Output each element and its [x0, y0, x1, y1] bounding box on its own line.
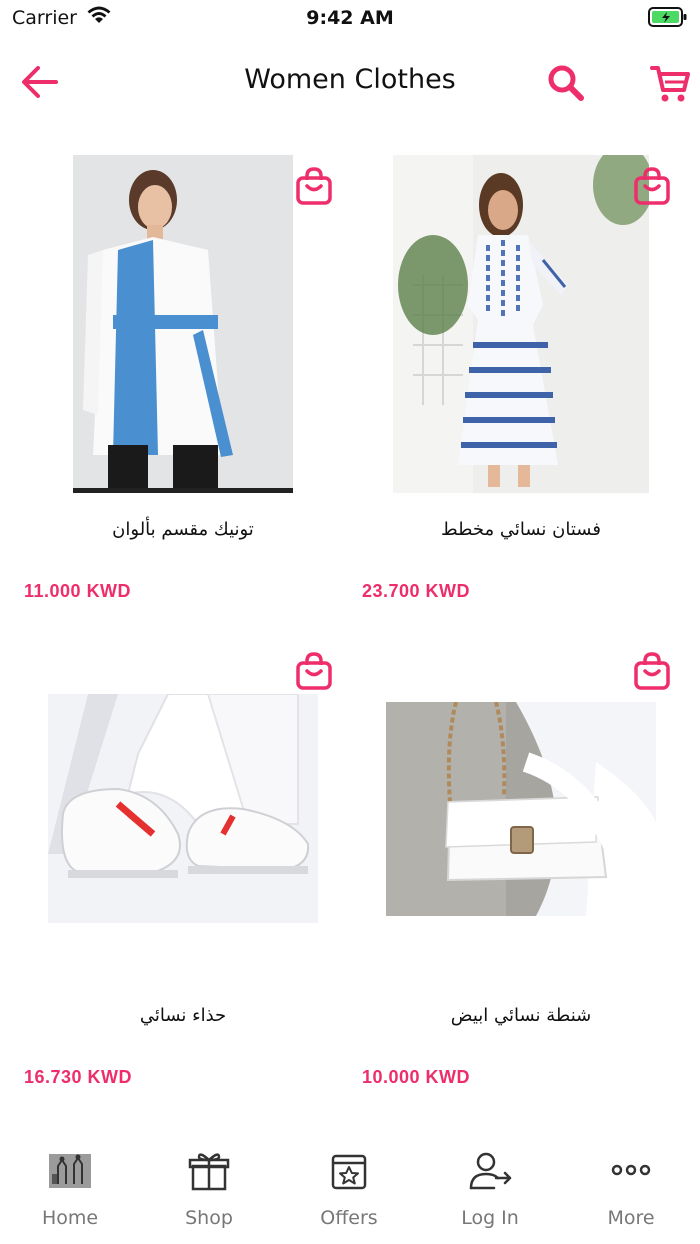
- shopping-bag-icon: [634, 652, 670, 690]
- status-time: 9:42 AM: [306, 7, 394, 29]
- tab-offers[interactable]: Offers: [279, 1140, 419, 1244]
- add-to-bag-button[interactable]: [294, 651, 334, 691]
- shopping-bag-icon: [296, 167, 332, 205]
- product-name: فستان نسائي مخطط: [441, 519, 601, 540]
- tab-label: Shop: [185, 1207, 233, 1229]
- status-bar: Carrier 9:42 AM: [0, 0, 700, 36]
- back-button[interactable]: [18, 60, 62, 104]
- product-price: 23.700 KWD: [362, 581, 471, 601]
- add-to-bag-button[interactable]: [294, 166, 334, 206]
- product-name: تونيك مقسم بألوان: [112, 519, 254, 540]
- product-image[interactable]: [386, 702, 656, 916]
- tab-label: Offers: [320, 1207, 378, 1229]
- cart-icon: [650, 66, 690, 102]
- product-price: 10.000 KWD: [362, 1067, 471, 1087]
- search-button[interactable]: [543, 60, 589, 106]
- product-name: حذاء نسائي: [139, 1005, 227, 1026]
- nav-bar: Women Clothes: [0, 50, 700, 114]
- product-image[interactable]: [73, 155, 293, 493]
- add-to-bag-button[interactable]: [632, 166, 672, 206]
- product-image[interactable]: [393, 155, 649, 493]
- star-calendar-icon: [331, 1154, 367, 1190]
- tab-label: Log In: [461, 1207, 519, 1229]
- tab-label: Home: [41, 1207, 99, 1229]
- store-logo-icon: [49, 1154, 91, 1188]
- tab-bar: Home Shop Offers Log In More: [0, 1140, 700, 1244]
- product-image[interactable]: [48, 694, 318, 923]
- tab-shop[interactable]: Shop: [139, 1140, 279, 1244]
- more-dots-icon: [611, 1164, 651, 1176]
- product-price: 11.000 KWD: [24, 581, 132, 601]
- tab-login[interactable]: Log In: [420, 1140, 560, 1244]
- cart-button[interactable]: [648, 62, 694, 108]
- product-price: 16.730 KWD: [24, 1067, 133, 1087]
- arrow-left-icon: [22, 66, 58, 98]
- search-icon: [548, 65, 584, 101]
- user-login-icon: [469, 1152, 512, 1190]
- shopping-bag-icon: [634, 167, 670, 205]
- product-name: شنطة نسائي ابيض: [450, 1005, 592, 1026]
- page-title: Women Clothes: [244, 64, 456, 95]
- shopping-bag-icon: [296, 652, 332, 690]
- tab-more[interactable]: More: [561, 1140, 700, 1244]
- battery-icon: [648, 6, 688, 32]
- gift-icon: [188, 1153, 230, 1191]
- tab-label: More: [607, 1207, 655, 1229]
- tab-home[interactable]: Home: [0, 1140, 140, 1244]
- add-to-bag-button[interactable]: [632, 651, 672, 691]
